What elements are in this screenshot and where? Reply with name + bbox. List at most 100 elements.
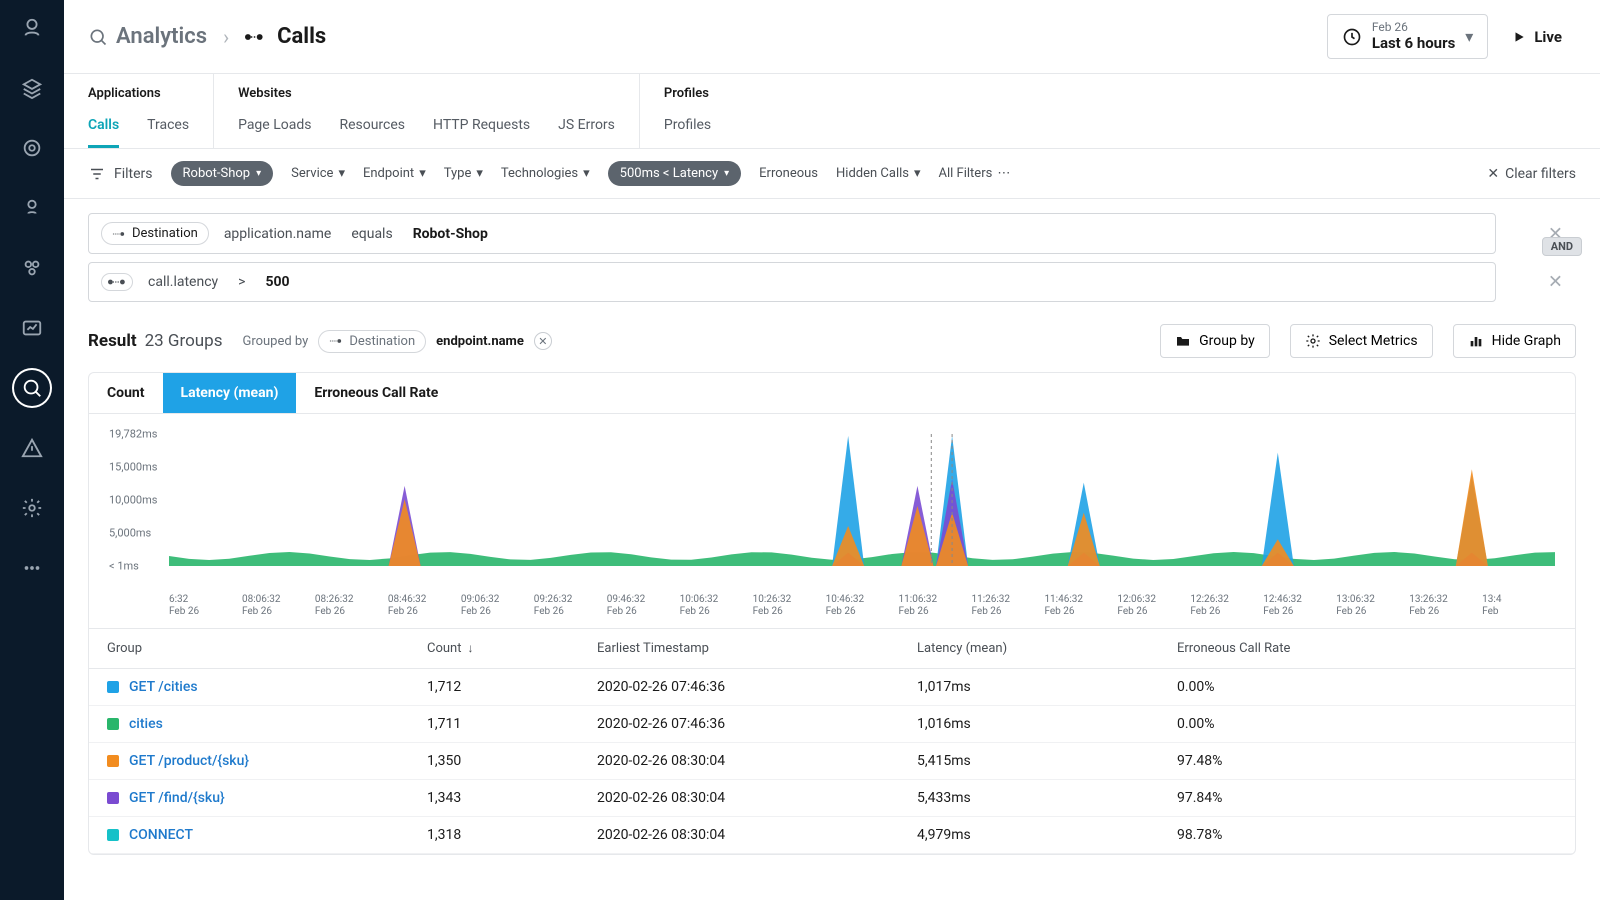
analytics-icon[interactable] <box>14 370 50 406</box>
endpoint-icon[interactable] <box>14 190 50 226</box>
x-tick: 12:06:32Feb 26 <box>1117 594 1190 618</box>
chevron-down-icon: ▾ <box>1465 27 1473 46</box>
sidebar-logo[interactable] <box>14 10 50 46</box>
metric-tab-err[interactable]: Erroneous Call Rate <box>296 373 456 413</box>
results-table: Group Count↓ Earliest Timestamp Latency … <box>89 628 1575 854</box>
x-tick: 09:46:32Feb 26 <box>607 594 680 618</box>
filter-hidden-calls[interactable]: Hidden Calls ▾ <box>836 166 921 181</box>
table-row[interactable]: cities 1,711 2020-02-26 07:46:36 1,016ms… <box>89 706 1575 743</box>
x-tick: 13:26:32Feb 26 <box>1409 594 1482 618</box>
resultbar: Result 23 Groups Grouped by Destination … <box>64 316 1600 372</box>
y-tick: 5,000ms <box>109 527 151 540</box>
x-tick: 12:46:32Feb 26 <box>1263 594 1336 618</box>
metric-tabs: Count Latency (mean) Erroneous Call Rate <box>89 373 1575 414</box>
table-row[interactable]: GET /find/{sku} 1,343 2020-02-26 08:30:0… <box>89 780 1575 817</box>
x-tick: 6:32Feb 26 <box>169 594 242 618</box>
filter-pill-robotshop[interactable]: Robot-Shop▾ <box>171 161 274 186</box>
select-metrics-button[interactable]: Select Metrics <box>1290 324 1433 358</box>
tab-resources[interactable]: Resources <box>339 109 405 148</box>
x-tick: 11:46:32Feb 26 <box>1044 594 1117 618</box>
filter-pill-latency[interactable]: 500ms < Latency▾ <box>608 161 741 186</box>
x-tick: 10:06:32Feb 26 <box>680 594 753 618</box>
table-row[interactable]: GET /product/{sku} 1,350 2020-02-26 08:3… <box>89 743 1575 780</box>
filter-type[interactable]: Type ▾ <box>444 166 483 181</box>
kubernetes-icon[interactable] <box>14 130 50 166</box>
subnav-profiles: Profiles Profiles <box>639 74 735 148</box>
breadcrumb-parent[interactable]: Analytics <box>88 24 207 49</box>
hide-graph-button[interactable]: Hide Graph <box>1453 324 1576 358</box>
tab-pageloads[interactable]: Page Loads <box>238 109 311 148</box>
clear-filters[interactable]: ✕Clear filters <box>1487 166 1576 182</box>
content-panel: Count Latency (mean) Erroneous Call Rate… <box>88 372 1576 855</box>
folder-icon <box>1175 333 1191 349</box>
x-tick: 08:46:32Feb 26 <box>388 594 461 618</box>
stack-icon[interactable] <box>14 70 50 106</box>
tab-httprequests[interactable]: HTTP Requests <box>433 109 530 148</box>
series-color-swatch <box>107 681 119 693</box>
metric-tab-count[interactable]: Count <box>89 373 163 413</box>
y-tick: 10,000ms <box>109 494 157 507</box>
grouped-by: Grouped by Destination endpoint.name ✕ <box>242 330 551 353</box>
chart: 19,782ms15,000ms10,000ms5,000ms< 1ms 🚀🚀 … <box>89 414 1575 628</box>
y-tick: 19,782ms <box>109 428 157 441</box>
subnav-applications: Applications Calls Traces <box>88 74 213 148</box>
group-link[interactable]: GET /find/{sku} <box>129 790 225 806</box>
x-tick: 11:26:32Feb 26 <box>971 594 1044 618</box>
alert-icon[interactable] <box>14 430 50 466</box>
table-row[interactable]: GET /cities 1,712 2020-02-26 07:46:36 1,… <box>89 669 1575 706</box>
chart-plot[interactable]: 🚀🚀 <box>169 434 1555 566</box>
remove-group-icon[interactable]: ✕ <box>534 332 552 350</box>
filterbar: Filters Robot-Shop▾ Service ▾ Endpoint ▾… <box>64 149 1600 199</box>
filter-technologies[interactable]: Technologies ▾ <box>501 166 590 181</box>
group-link[interactable]: CONNECT <box>129 827 193 843</box>
x-tick: 13:4Feb <box>1482 594 1555 618</box>
query-row-1[interactable]: Destination application.name equals Robo… <box>88 213 1496 254</box>
filter-endpoint[interactable]: Endpoint ▾ <box>363 166 426 181</box>
cluster-icon[interactable] <box>14 250 50 286</box>
and-badge: AND <box>1542 237 1582 256</box>
group-link[interactable]: GET /cities <box>129 679 198 695</box>
group-by-button[interactable]: Group by <box>1160 324 1270 358</box>
series-color-swatch <box>107 829 119 841</box>
y-tick: < 1ms <box>109 560 139 573</box>
topbar: Analytics › Calls Feb 26 Last 6 hours ▾ <box>64 0 1600 74</box>
breadcrumb: Analytics › Calls <box>88 24 326 49</box>
dashboard-icon[interactable] <box>14 310 50 346</box>
series-color-swatch <box>107 792 119 804</box>
breadcrumb-current: Calls <box>245 24 326 49</box>
x-tick: 08:26:32Feb 26 <box>315 594 388 618</box>
metric-tab-latency[interactable]: Latency (mean) <box>163 373 297 413</box>
x-tick: 09:06:32Feb 26 <box>461 594 534 618</box>
series-color-swatch <box>107 718 119 730</box>
settings-icon[interactable] <box>14 490 50 526</box>
play-icon <box>1512 30 1526 44</box>
close-icon: ✕ <box>1487 166 1499 182</box>
live-button[interactable]: Live <box>1498 20 1576 54</box>
query-row-2[interactable]: call.latency > 500 ✕ <box>88 262 1496 302</box>
group-link[interactable]: cities <box>129 716 163 732</box>
filter-service[interactable]: Service ▾ <box>291 166 345 181</box>
tab-profiles[interactable]: Profiles <box>664 109 711 148</box>
close-icon[interactable]: ✕ <box>1548 272 1563 293</box>
bar-chart-icon <box>1468 333 1484 349</box>
group-link[interactable]: GET /product/{sku} <box>129 753 249 769</box>
tab-jserrors[interactable]: JS Errors <box>558 109 615 148</box>
more-icon[interactable] <box>14 550 50 586</box>
filter-icon <box>88 165 106 183</box>
query-area: AND Destination application.name equals … <box>64 199 1600 316</box>
call-icon <box>101 273 133 291</box>
filter-erroneous[interactable]: Erroneous <box>759 166 818 181</box>
table-header: Group Count↓ Earliest Timestamp Latency … <box>89 629 1575 669</box>
x-tick: 10:26:32Feb 26 <box>753 594 826 618</box>
x-tick: 09:26:32Feb 26 <box>534 594 607 618</box>
filter-all[interactable]: All Filters ⋯ <box>939 166 1011 181</box>
subnav-websites: Websites Page Loads Resources HTTP Reque… <box>213 74 639 148</box>
filters-label: Filters <box>88 165 153 183</box>
col-count-sort[interactable]: Count↓ <box>427 641 597 656</box>
timerange-picker[interactable]: Feb 26 Last 6 hours ▾ <box>1327 14 1488 59</box>
tab-calls[interactable]: Calls <box>88 109 119 148</box>
sidebar <box>0 0 64 900</box>
table-row[interactable]: CONNECT 1,318 2020-02-26 08:30:04 4,979m… <box>89 817 1575 854</box>
tab-traces[interactable]: Traces <box>147 109 189 148</box>
series-color-swatch <box>107 755 119 767</box>
